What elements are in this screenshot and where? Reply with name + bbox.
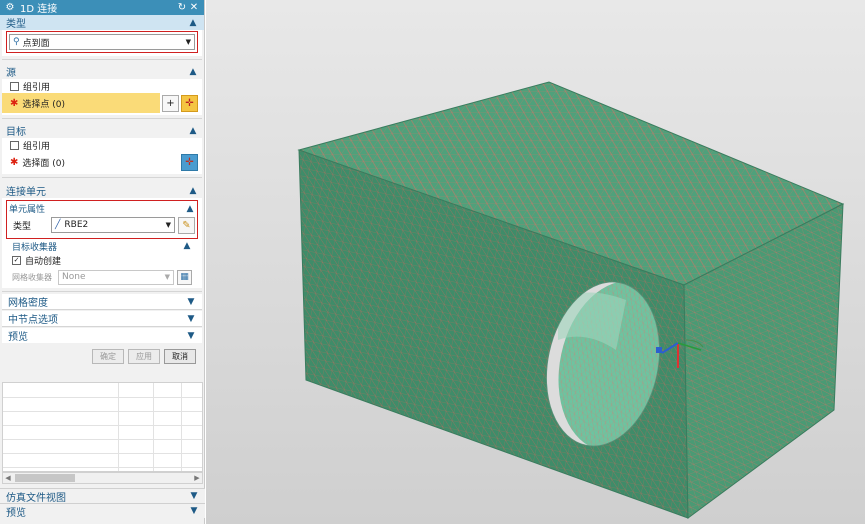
chevron-down-icon: ▼ [185,38,191,46]
scroll-right-icon[interactable]: ▶ [192,474,202,482]
bottom-panels: 仿真文件视图 ▼ 预览 ▼ [0,488,205,519]
element-type-row: 类型 ╱ RBE2 ▼ ✎ [9,215,195,235]
sim-file-view-label: 仿真文件视图 [6,492,66,504]
crosshair-icon: ✛ [185,156,194,168]
section-type-label: 类型 [6,19,26,30]
mesh-collector-label: 网格收集器 [12,272,52,282]
reset-icon[interactable]: ↻ [176,2,188,13]
section-source-header[interactable]: 源 ▲ [0,64,204,79]
chevron-down-icon[interactable]: ▼ [189,491,199,501]
source-section: 组引用 ✱ 选择点 (0) + ✛ [2,79,202,115]
type-section: ⚲ 点到面 ▼ [2,30,202,56]
element-type-value: RBE2 [64,220,89,230]
section-target-header[interactable]: 目标 ▲ [0,123,204,138]
plus-icon: + [166,97,175,109]
type-highlight: ⚲ 点到面 ▼ [6,31,198,53]
section-target-label: 目标 [6,127,26,138]
target-group-ref-label: 组引用 [23,141,51,152]
element-props-highlight: 单元属性 ▲ 类型 ╱ RBE2 ▼ ✎ [6,200,198,239]
collector-header[interactable]: 目标收集器 ▲ [8,240,196,253]
element-props-edit-button[interactable]: ✎ [178,216,195,234]
chevron-up-icon[interactable]: ▲ [182,241,192,251]
mesh-model[interactable] [206,0,865,524]
target-crosshair-button[interactable]: ✛ [181,153,198,171]
edit-icon: ✎ [182,219,191,231]
chevron-down-icon[interactable]: ▼ [186,331,196,341]
cancel-button[interactable]: 取消 [164,349,196,364]
chevron-down-icon: ▼ [164,273,170,281]
dialog-title: 1D 连接 [20,4,58,15]
section-source-label: 源 [6,68,16,79]
mesh-collector-select[interactable]: None ▼ [58,269,174,285]
element-props-header[interactable]: 单元属性 ▲ [9,202,195,216]
auto-create-label: 自动创建 [25,256,62,267]
chevron-down-icon[interactable]: ▼ [186,297,196,307]
select-points-label: 选择点 (0) [22,99,66,110]
required-star-icon: ✱ [10,97,19,109]
source-group-ref-checkbox[interactable] [10,81,19,91]
sim-file-view-header[interactable]: 仿真文件视图 ▼ [0,488,205,504]
element-type-select[interactable]: ╱ RBE2 ▼ [51,217,175,233]
section-mid-node-label: 中节点选项 [8,315,58,326]
select-faces-label: 选择面 (0) [22,158,66,169]
mesh-collector-row: 网格收集器 None ▼ ▦ [8,268,196,286]
required-star-icon: ✱ [10,156,19,168]
crosshair-icon: ✛ [185,97,194,109]
chevron-up-icon[interactable]: ▲ [188,18,198,28]
scroll-thumb[interactable] [15,474,75,482]
collector-label: 目标收集器 [12,242,58,253]
target-group-ref-row[interactable]: 组引用 [2,138,202,152]
point-dialog-button[interactable]: + [162,94,179,112]
section-mesh-density-header[interactable]: 网格密度 ▼ [2,294,202,309]
source-group-ref-row[interactable]: 组引用 [2,79,202,93]
navigator-grid [2,382,203,472]
dialog-buttons: 确定 应用 取消 [0,343,204,370]
source-select-row: ✱ 选择点 (0) + ✛ [2,93,202,113]
target-section: 组引用 ✱ 选择面 (0) ✛ [2,138,202,174]
bottom-preview-label: 预览 [6,507,26,519]
section-connection-header[interactable]: 连接单元 ▲ [0,183,204,198]
crosshair-button[interactable]: ✛ [181,94,198,112]
close-icon[interactable]: ✕ [188,2,200,13]
chevron-down-icon[interactable]: ▼ [189,506,199,516]
mesh-collector-value: None [62,272,86,282]
section-preview-header[interactable]: 预览 ▼ [2,328,202,343]
point-to-face-icon: ⚲ [13,37,20,47]
section-mid-node-header[interactable]: 中节点选项 ▼ [2,311,202,326]
chevron-down-icon: ▼ [165,221,171,229]
connection-section: 单元属性 ▲ 类型 ╱ RBE2 ▼ ✎ 目标收集器 ▲ ✓ 自动创建 网格收集… [2,198,202,288]
target-group-ref-checkbox[interactable] [10,140,19,150]
section-type-header[interactable]: 类型 ▲ [0,15,204,30]
element-props-label: 单元属性 [9,205,46,215]
select-faces-field[interactable]: ✱ 选择面 (0) [2,152,181,172]
select-points-field[interactable]: ✱ 选择点 (0) [2,93,160,113]
auto-create-checkbox[interactable]: ✓ [12,255,21,265]
collector-icon: ▦ [180,272,189,282]
graphics-viewport[interactable] [206,0,865,524]
source-group-ref-label: 组引用 [23,82,51,93]
rbe-line-icon: ╱ [55,220,61,230]
apply-button[interactable]: 应用 [128,349,160,364]
element-type-label: 类型 [13,221,32,232]
horizontal-scrollbar[interactable]: ◀ ▶ [2,472,203,484]
ok-button[interactable]: 确定 [92,349,124,364]
chevron-up-icon[interactable]: ▲ [185,204,195,214]
gear-icon: ⚙ [5,2,15,13]
section-connection-label: 连接单元 [6,187,46,198]
chevron-up-icon[interactable]: ▲ [188,67,198,77]
mesh-collector-button[interactable]: ▦ [177,269,192,285]
type-select-value: 点到面 [22,38,50,49]
section-preview-label: 预览 [8,332,28,343]
auto-create-row[interactable]: ✓ 自动创建 [8,252,196,268]
chevron-down-icon[interactable]: ▼ [186,314,196,324]
chevron-up-icon[interactable]: ▲ [188,186,198,196]
dialog-titlebar: ⚙ 1D 连接 ↻ ✕ [0,0,204,15]
chevron-up-icon[interactable]: ▲ [188,126,198,136]
section-mesh-density-label: 网格密度 [8,298,48,309]
target-select-row: ✱ 选择面 (0) ✛ [2,152,202,172]
connection-dialog: ⚙ 1D 连接 ↻ ✕ 类型 ▲ ⚲ 点到面 ▼ 源 ▲ 组引用 ✱ 选择点 (… [0,0,205,524]
type-select[interactable]: ⚲ 点到面 ▼ [9,34,195,50]
scroll-left-icon[interactable]: ◀ [3,474,13,482]
bottom-preview-header[interactable]: 预览 ▼ [0,503,205,519]
